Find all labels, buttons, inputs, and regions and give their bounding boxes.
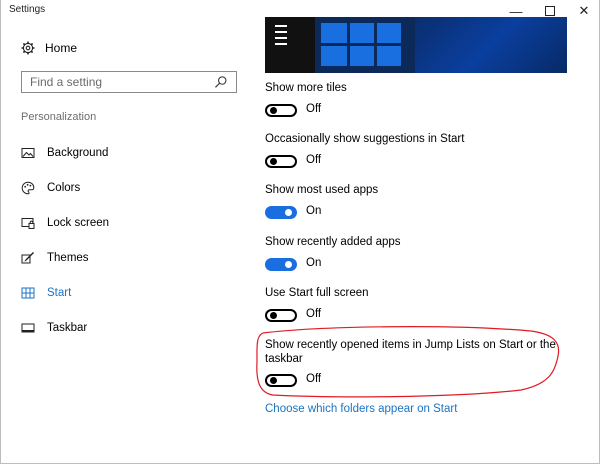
sidebar-item-colors[interactable]: Colors bbox=[21, 178, 80, 198]
start-icon bbox=[21, 287, 35, 299]
more-tiles-toggle[interactable] bbox=[265, 104, 297, 117]
home-label: Home bbox=[45, 41, 78, 55]
gear-icon bbox=[21, 41, 35, 55]
toggle-state: On bbox=[306, 257, 322, 269]
sidebar-item-start[interactable]: Start bbox=[21, 283, 71, 303]
preview-tile bbox=[377, 23, 401, 43]
toggle-state: On bbox=[306, 205, 322, 217]
preview-line bbox=[275, 31, 287, 33]
home-nav-item[interactable]: Home bbox=[21, 38, 77, 58]
toggle-state: Off bbox=[306, 103, 322, 115]
toggle-knob bbox=[270, 377, 277, 384]
sidebar-item-label: Taskbar bbox=[47, 322, 88, 334]
full-screen-toggle[interactable] bbox=[265, 309, 297, 322]
preview-tile bbox=[321, 46, 347, 66]
section-label: Personalization bbox=[21, 111, 97, 123]
suggestions-toggle[interactable] bbox=[265, 155, 297, 168]
preview-line bbox=[275, 37, 287, 39]
setting-label-jump-lists: Show recently opened items in Jump Lists… bbox=[265, 339, 556, 351]
sidebar-item-label: Lock screen bbox=[47, 217, 110, 229]
sidebar-item-themes[interactable]: Themes bbox=[21, 248, 89, 268]
sidebar-item-lock-screen[interactable]: Lock screen bbox=[21, 213, 109, 233]
setting-label-most-used: Show most used apps bbox=[265, 184, 379, 196]
setting-label-more-tiles: Show more tiles bbox=[265, 82, 347, 94]
preview-desktop bbox=[415, 17, 567, 73]
preview-app-list bbox=[265, 17, 315, 73]
search-input[interactable] bbox=[30, 75, 215, 89]
toggle-knob bbox=[285, 209, 292, 216]
sidebar-item-label: Themes bbox=[47, 252, 89, 264]
toggle-knob bbox=[270, 158, 277, 165]
preview-tile bbox=[350, 23, 374, 43]
most-used-toggle[interactable] bbox=[265, 206, 297, 219]
brush-icon bbox=[21, 252, 34, 264]
settings-window: Settings — ✕ Home Find a setting Persona… bbox=[0, 0, 600, 464]
preview-tile bbox=[377, 46, 401, 66]
window-title: Settings bbox=[9, 4, 46, 15]
setting-label-jump-lists-line2: taskbar bbox=[265, 353, 303, 365]
search-box[interactable] bbox=[21, 71, 237, 93]
preview-tile bbox=[321, 23, 347, 43]
recently-added-toggle[interactable] bbox=[265, 258, 297, 271]
search-icon bbox=[215, 76, 227, 88]
sidebar-item-taskbar[interactable]: Taskbar bbox=[21, 318, 87, 338]
toggle-state: Off bbox=[306, 154, 322, 166]
preview-line bbox=[275, 25, 287, 27]
preview-line bbox=[275, 43, 287, 45]
toggle-knob bbox=[270, 107, 277, 114]
toggle-state: Off bbox=[306, 373, 322, 385]
jump-lists-toggle[interactable] bbox=[265, 374, 297, 387]
taskbar-icon bbox=[21, 323, 35, 333]
picture-icon bbox=[21, 148, 35, 158]
sidebar-item-label: Background bbox=[47, 147, 109, 159]
setting-label-suggestions: Occasionally show suggestions in Start bbox=[265, 133, 465, 145]
setting-label-full-screen: Use Start full screen bbox=[265, 287, 369, 299]
toggle-state: Off bbox=[306, 308, 322, 320]
sidebar-item-background[interactable]: Background bbox=[21, 143, 108, 163]
choose-folders-link[interactable]: Choose which folders appear on Start bbox=[265, 403, 457, 415]
sidebar-item-label: Start bbox=[47, 287, 72, 299]
preview-tile bbox=[350, 46, 374, 66]
toggle-knob bbox=[270, 312, 277, 319]
toggle-knob bbox=[285, 261, 292, 268]
palette-icon bbox=[21, 181, 35, 195]
sidebar: Home Personalization Background Colors bbox=[1, 22, 251, 462]
setting-label-recently-added: Show recently added apps bbox=[265, 236, 401, 248]
sidebar-item-label: Colors bbox=[47, 182, 81, 194]
lock-screen-icon bbox=[21, 218, 35, 229]
start-preview-image bbox=[265, 17, 567, 73]
start-settings-panel: Show more tiles Off Occasionally show su… bbox=[251, 0, 599, 462]
